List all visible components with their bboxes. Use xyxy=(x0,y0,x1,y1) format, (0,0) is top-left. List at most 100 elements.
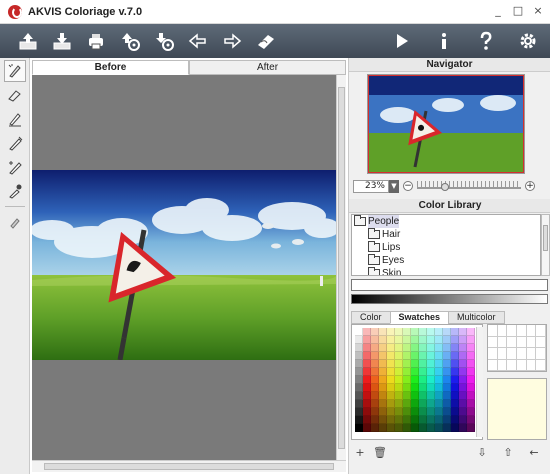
swatch-cell[interactable] xyxy=(443,408,451,416)
swatch-cell[interactable] xyxy=(435,344,443,352)
swatch-cell[interactable] xyxy=(403,352,411,360)
export-palette-icon[interactable]: ⇧ xyxy=(501,446,515,459)
zoom-dropdown-icon[interactable]: ▼ xyxy=(389,179,399,193)
swatch-cell[interactable] xyxy=(371,360,379,368)
info-icon[interactable] xyxy=(430,28,458,54)
swatch-cell[interactable] xyxy=(379,408,387,416)
export-icon[interactable] xyxy=(116,28,144,54)
custom-swatch-cell[interactable] xyxy=(497,359,508,371)
swatch-cell[interactable] xyxy=(411,368,419,376)
tree-item-people[interactable]: People xyxy=(352,215,540,228)
swatch-cell[interactable] xyxy=(467,328,475,336)
swatch-cell[interactable] xyxy=(435,400,443,408)
swatch-cell[interactable] xyxy=(355,424,363,432)
maximize-button[interactable]: □ xyxy=(512,4,524,17)
swatch-cell[interactable] xyxy=(419,400,427,408)
swatch-cell[interactable] xyxy=(403,408,411,416)
zoom-out-button[interactable]: − xyxy=(403,181,413,191)
swatch-cell[interactable] xyxy=(459,344,467,352)
tree-item-skin[interactable]: Skin xyxy=(352,267,540,275)
gradient-bar[interactable] xyxy=(351,294,548,304)
hand-tool-icon[interactable] xyxy=(4,211,26,233)
zoom-in-button[interactable]: + xyxy=(525,181,535,191)
custom-swatch-cell[interactable] xyxy=(488,359,498,371)
custom-swatch-cell[interactable] xyxy=(488,336,498,348)
swatch-cell[interactable] xyxy=(355,408,363,416)
swatch-cell[interactable] xyxy=(451,376,459,384)
swatch-cell[interactable] xyxy=(427,376,435,384)
swatch-cell[interactable] xyxy=(419,416,427,424)
library-scroll-thumb[interactable] xyxy=(543,225,548,251)
swatch-cell[interactable] xyxy=(387,360,395,368)
custom-swatch-cell[interactable] xyxy=(507,325,517,337)
swatch-cell[interactable] xyxy=(379,376,387,384)
swatch-cell[interactable] xyxy=(387,328,395,336)
swatch-cell[interactable] xyxy=(403,360,411,368)
delete-swatch-icon[interactable]: 🗑 xyxy=(373,446,387,459)
swatch-cell[interactable] xyxy=(403,344,411,352)
custom-swatch-cell[interactable] xyxy=(526,325,537,337)
tree-item-eyes[interactable]: Eyes xyxy=(352,254,540,267)
swatch-cell[interactable] xyxy=(411,328,419,336)
swatch-cell[interactable] xyxy=(363,416,371,424)
pencil-tool-icon[interactable] xyxy=(4,108,26,130)
swatch-cell[interactable] xyxy=(451,384,459,392)
swatch-cell[interactable] xyxy=(371,336,379,344)
swatch-cell[interactable] xyxy=(419,328,427,336)
swatch-cell[interactable] xyxy=(435,336,443,344)
swatch-cell[interactable] xyxy=(427,344,435,352)
swatch-cell[interactable] xyxy=(355,384,363,392)
custom-swatch-cell[interactable] xyxy=(526,348,537,360)
custom-swatch-cell[interactable] xyxy=(517,348,527,360)
swatch-cell[interactable] xyxy=(371,392,379,400)
swatch-cell[interactable] xyxy=(355,392,363,400)
custom-swatch-cell[interactable] xyxy=(507,348,517,360)
add-swatch-icon[interactable]: + xyxy=(353,446,367,459)
swatch-cell[interactable] xyxy=(395,384,403,392)
swatch-cell[interactable] xyxy=(379,400,387,408)
swatch-cell[interactable] xyxy=(371,424,379,432)
import-palette-icon[interactable]: ⇩ xyxy=(475,446,489,459)
swatch-cell[interactable] xyxy=(371,384,379,392)
close-button[interactable]: × xyxy=(532,4,544,17)
swatch-cell[interactable] xyxy=(459,368,467,376)
swatch-cell[interactable] xyxy=(387,376,395,384)
custom-swatch-cell[interactable] xyxy=(488,348,498,360)
swatch-cell[interactable] xyxy=(427,328,435,336)
swatch-cell[interactable] xyxy=(363,352,371,360)
swatch-cell[interactable] xyxy=(411,408,419,416)
swatch-cell[interactable] xyxy=(363,376,371,384)
swatch-cell[interactable] xyxy=(355,352,363,360)
magic-pencil-icon[interactable] xyxy=(4,60,26,82)
swatch-cell[interactable] xyxy=(379,392,387,400)
swatch-grid[interactable] xyxy=(355,328,475,432)
tab-multicolor[interactable]: Multicolor xyxy=(448,311,505,324)
swatch-cell[interactable] xyxy=(419,336,427,344)
swatch-cell[interactable] xyxy=(395,328,403,336)
custom-swatch-cell[interactable] xyxy=(497,325,508,337)
tree-item-hair[interactable]: Hair xyxy=(352,228,540,241)
smart-brush-icon[interactable] xyxy=(4,156,26,178)
custom-swatch-cell[interactable] xyxy=(536,359,546,371)
swatch-cell[interactable] xyxy=(451,336,459,344)
swatch-cell[interactable] xyxy=(411,424,419,432)
swatch-cell[interactable] xyxy=(419,424,427,432)
tab-before[interactable]: Before xyxy=(32,60,189,75)
swatch-cell[interactable] xyxy=(459,392,467,400)
swatch-cell[interactable] xyxy=(467,408,475,416)
swatch-cell[interactable] xyxy=(363,408,371,416)
swatch-cell[interactable] xyxy=(435,376,443,384)
color-library-tree[interactable]: People Hair Lips Eyes Skin xyxy=(351,214,541,276)
eraser-icon[interactable] xyxy=(252,28,280,54)
swatch-cell[interactable] xyxy=(443,392,451,400)
zoom-slider[interactable] xyxy=(417,181,521,191)
swatch-cell[interactable] xyxy=(451,344,459,352)
swatch-cell[interactable] xyxy=(467,368,475,376)
swatch-cell[interactable] xyxy=(379,384,387,392)
custom-swatch-grid[interactable] xyxy=(487,324,547,372)
custom-swatch-cell[interactable] xyxy=(517,325,527,337)
open-image-icon[interactable] xyxy=(14,28,42,54)
swatch-cell[interactable] xyxy=(371,408,379,416)
swatch-cell[interactable] xyxy=(395,400,403,408)
swatch-cell[interactable] xyxy=(395,408,403,416)
